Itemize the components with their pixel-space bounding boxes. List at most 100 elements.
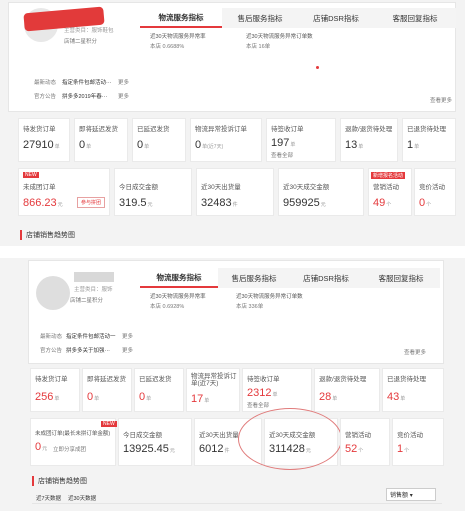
metric-marketing[interactable]: 新增报名活动 营销活动 49个 — [368, 168, 412, 216]
metric-value: 0单 — [139, 391, 151, 403]
metric-value: 43单 — [387, 391, 405, 403]
carousel-dot[interactable] — [316, 66, 319, 69]
notice-more[interactable]: 更多 — [118, 92, 129, 100]
metric-pending-ship[interactable]: 待发货订单 256单 — [30, 368, 80, 412]
tab-dsr[interactable]: 店铺DSR指标 — [290, 268, 362, 288]
metric-pending-receipt[interactable]: 待签收订单 2312单 查看全部 — [242, 368, 312, 412]
notice-text[interactable]: 拼多多关于加强··· — [66, 346, 110, 354]
metric-number: 32483 — [201, 197, 232, 209]
tab-aftersale[interactable]: 售后服务指标 — [218, 268, 290, 288]
metric-bidding[interactable]: 竞价活动 0个 — [414, 168, 456, 216]
latest-dynamic-more[interactable]: 更多 — [122, 332, 133, 340]
metric-late[interactable]: 已延迟发货 0单 — [134, 368, 184, 412]
tab-30days[interactable]: 近30天数据 — [68, 494, 96, 502]
metric-bidding[interactable]: 竞价活动 1个 — [392, 418, 444, 466]
metric-unit: 单 — [86, 144, 92, 150]
metric-value: 13925.45元 — [123, 443, 175, 455]
logistics-rate-label: 近30天物流服务异常率 — [150, 34, 206, 40]
latest-dynamic-label: 最新动态 — [40, 334, 63, 340]
tab-aftersale[interactable]: 售后服务指标 — [222, 8, 298, 28]
logistics-rate-value: 本店 0.6928% — [150, 304, 185, 310]
store-level-link[interactable]: 店铺二星积分 — [64, 37, 97, 45]
metric-unformed-group[interactable]: NEW 未成团订单(最长未拼订单金额) 0元 立即分享成团 — [30, 418, 117, 466]
metric-return-pending[interactable]: 已退货待处理 1单 — [402, 118, 456, 162]
metric-refund-pending[interactable]: 退款/退货待处理 28单 — [314, 368, 380, 412]
tab-service[interactable]: 客服回复指标 — [374, 8, 456, 28]
redaction-mark — [74, 272, 114, 282]
metric-number: 0 — [87, 391, 94, 403]
metric-number: 13 — [345, 139, 358, 151]
view-more-link[interactable]: 查看更多 — [430, 96, 452, 104]
metric-30d-gmv[interactable]: 近30天成交金额 959925元 — [278, 168, 364, 216]
metric-pending-receipt[interactable]: 待签收订单 197单 查看全部 — [266, 118, 336, 162]
metric-today-gmv[interactable]: 今日成交金额 319.5元 — [114, 168, 192, 216]
tab-7days[interactable]: 近7天数据 — [36, 494, 61, 502]
metric-unit: 件 — [232, 202, 238, 208]
metric-late[interactable]: 已延迟发货 0单 — [132, 118, 186, 162]
metric-number: 2312 — [247, 387, 272, 399]
metric-value: 0单 — [137, 139, 149, 151]
metric-label: 物流异常投诉订单(近7天) — [191, 373, 237, 388]
metric-marketing[interactable]: 营销活动 52个 — [340, 418, 390, 466]
logistics-count-value: 本店 336单 — [236, 304, 264, 310]
metric-value: 17单 — [191, 393, 209, 405]
metric-label: 待发货订单 — [35, 376, 68, 383]
view-all-link[interactable]: 查看全部 — [271, 151, 293, 159]
notice-text[interactable]: 拼多多2019年春··· — [62, 92, 107, 100]
metric-soon-late[interactable]: 即将延迟发货 0单 — [82, 368, 132, 412]
view-more-link[interactable]: 查看更多 — [404, 348, 426, 356]
join-group-button[interactable]: 参与拼团 — [77, 197, 106, 208]
metric-value: 2312单 — [247, 387, 278, 399]
divider — [32, 503, 442, 504]
latest-dynamic-text[interactable]: 指定条件包邮活动一 — [66, 332, 116, 340]
metric-value: 0个 — [419, 197, 431, 209]
metric-number: 197 — [271, 137, 290, 149]
metric-number: 43 — [387, 391, 400, 403]
metric-number: 0 — [419, 197, 426, 209]
metric-unformed-group[interactable]: NEW 未成团订单 866.23元 参与拼团 — [18, 168, 110, 216]
metric-logistics-complaint[interactable]: 物流异常投诉订单(近7天) 17单 — [186, 368, 240, 412]
metric-soon-late[interactable]: 即将延迟发货 0单 — [74, 118, 128, 162]
metric-unit: 单 — [54, 396, 60, 402]
metric-label: 近30天成交金额 — [283, 184, 330, 191]
metric-label: 退款/退货待处理 — [319, 376, 367, 383]
new-activity-badge: 新增报名活动 — [371, 172, 406, 179]
metric-value: 319.5元 — [119, 197, 153, 209]
metric-label: 已延迟发货 — [139, 376, 172, 383]
latest-dynamic-text[interactable]: 指定条件包邮活动··· — [62, 78, 112, 86]
metric-unit: 单 — [204, 398, 210, 404]
tab-service[interactable]: 客服回复指标 — [362, 268, 440, 288]
logistics-count-label: 近30天物流服务异常订单数 — [246, 34, 313, 40]
metric-30d-shipments[interactable]: 近30天出货量 32483件 — [196, 168, 274, 216]
tab-logistics[interactable]: 物流服务指标 — [140, 8, 222, 28]
metric-number: 0 — [139, 391, 146, 403]
store-level-link[interactable]: 店铺二星积分 — [70, 296, 103, 304]
metric-select[interactable]: 销售额 ▾ — [386, 488, 436, 501]
metric-label: 待签收订单 — [271, 126, 304, 133]
tab-logistics[interactable]: 物流服务指标 — [140, 268, 218, 288]
metric-number: 52 — [345, 443, 358, 455]
metric-today-gmv[interactable]: 今日成交金额 13925.45元 — [118, 418, 192, 466]
tab-dsr[interactable]: 店铺DSR指标 — [298, 8, 374, 28]
metric-value: 959925元 — [283, 197, 326, 209]
highlight-circle — [238, 408, 342, 470]
new-badge: NEW — [101, 421, 117, 427]
metric-pending-ship[interactable]: 待发货订单 27910单 — [18, 118, 70, 162]
metric-value: 0单 — [87, 391, 99, 403]
metric-number: 866.23 — [23, 197, 57, 209]
metric-number: 0 — [79, 139, 86, 151]
metric-refund-pending[interactable]: 退款/退货待处理 13单 — [340, 118, 398, 162]
chevron-down-icon: ▾ — [409, 493, 413, 499]
share-group-link[interactable]: 立即分享成团 — [53, 445, 86, 453]
metric-number: 6012 — [199, 443, 224, 455]
notice-more[interactable]: 更多 — [122, 346, 133, 354]
sales-trend-title: 店铺销售趋势图 — [32, 476, 87, 486]
metric-unit: 元 — [169, 448, 175, 454]
metric-unit: 件 — [224, 448, 230, 454]
metric-logistics-complaint[interactable]: 物流异常投诉订单 0单(近7天) — [190, 118, 262, 162]
metric-unit: 单 — [94, 396, 100, 402]
metric-return-pending[interactable]: 已退货待处理 43单 — [382, 368, 444, 412]
view-all-link[interactable]: 查看全部 — [247, 401, 269, 409]
latest-dynamic-more[interactable]: 更多 — [118, 78, 129, 86]
metric-number: 17 — [191, 393, 204, 405]
